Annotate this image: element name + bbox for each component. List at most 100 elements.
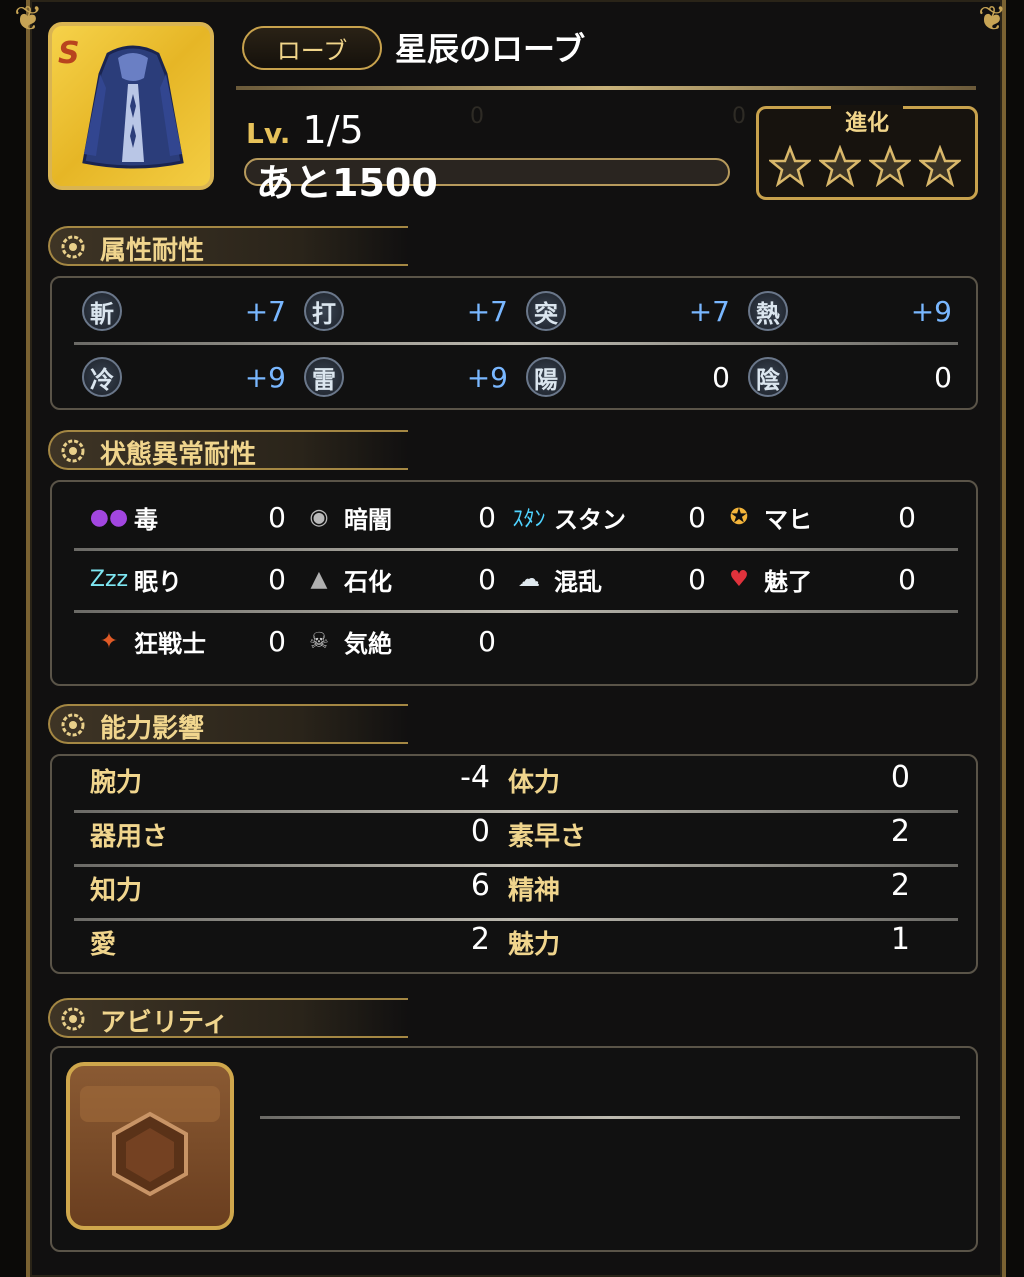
element-resist-cell: 陽0 — [526, 354, 730, 400]
star-empty-icon — [769, 145, 811, 187]
exp-remaining: あと1500 — [256, 161, 438, 205]
light-icon: 陽 — [526, 357, 566, 397]
divider — [74, 810, 958, 813]
status-label: 混乱 — [554, 567, 602, 596]
status-label: 狂戦士 — [134, 629, 206, 658]
level-prefix: Lv. — [246, 117, 291, 150]
status-resist-cell: ●● 毒 0 — [88, 494, 286, 540]
element-resist-value: 0 — [712, 360, 730, 394]
stat-label: 体力 — [508, 768, 561, 798]
status-resist-value: 0 — [898, 500, 916, 534]
status-resist-cell: ✪ マヒ 0 — [718, 494, 916, 540]
status-label: 暗闇 — [344, 505, 392, 534]
stat-value: 2 — [470, 922, 490, 957]
heat-icon: 熱 — [748, 291, 788, 331]
element-resist-cell: 突 +7 — [526, 288, 730, 334]
element-resist-value: +7 — [244, 294, 286, 328]
element-resist-cell: 打 +7 — [304, 288, 508, 334]
status-resist-value: 0 — [478, 500, 496, 534]
stat-value: 0 — [890, 760, 910, 795]
stat-value: 2 — [890, 868, 910, 903]
star-empty-icon — [869, 145, 911, 187]
status-resist-cell: ☁ 混乱 0 — [508, 556, 706, 602]
element-resist-value: +7 — [688, 294, 730, 328]
stat-label: 精神 — [508, 876, 561, 906]
element-resist-cell: 雷 +9 — [304, 354, 508, 400]
status-label: 気絶 — [344, 629, 392, 658]
stat-label: 愛 — [90, 930, 117, 960]
status-resist-cell: Zzz 眠り 0 — [88, 556, 286, 602]
item-name: 星辰のローブ — [395, 30, 586, 68]
status-label: 毒 — [134, 505, 158, 534]
item-icon: S — [48, 22, 214, 190]
divider — [236, 86, 976, 90]
gear-icon — [61, 713, 85, 737]
level-display: Lv. 1/5 — [246, 108, 364, 152]
stat-value: -4 — [460, 760, 490, 795]
section-header-ability: 能力影響 — [48, 704, 408, 744]
divider — [74, 610, 958, 613]
section-title: 能力影響 — [100, 714, 205, 744]
status-label: 石化 — [344, 567, 392, 596]
element-resist-value: +9 — [466, 360, 508, 394]
stat-value: 0 — [470, 814, 490, 849]
stats-panel: 腕力 -4 体力 0 器用さ 0 素早さ 2 知力 6 精神 2 愛 2 魅力 1 — [50, 754, 978, 974]
evolution-box: 進化 — [756, 105, 978, 200]
berserk-icon: ✦ — [99, 628, 119, 654]
status-resist-cell: ｽﾀﾝ スタン 0 — [508, 494, 706, 540]
stat-label: 腕力 — [90, 768, 143, 798]
element-resist-cell: 陰0 — [748, 354, 952, 400]
element-resist-value: +9 — [244, 360, 286, 394]
stun-icon: ｽﾀﾝ — [512, 507, 546, 532]
section-header-status: 状態異常耐性 — [48, 430, 408, 470]
element-resist-cell: 熱 +9 — [748, 288, 952, 334]
gear-icon — [61, 439, 85, 463]
stat-label: 素早さ — [508, 822, 587, 852]
item-type-badge: ローブ — [242, 26, 382, 70]
status-resist-cell: ◉ 暗闇 0 — [298, 494, 496, 540]
empty-gem-icon — [80, 1086, 220, 1197]
ornament-corner-icon: ❦ — [978, 0, 1007, 39]
status-resist-value: 0 — [688, 562, 706, 596]
blind-eye-icon: ◉ — [309, 504, 329, 530]
status-resist-value: 0 — [268, 624, 286, 658]
faint-skull-icon: ☠ — [309, 628, 329, 654]
status-resist-cell: ✦ 狂戦士 0 — [88, 618, 286, 664]
status-label: スタン — [554, 505, 626, 534]
evolution-stars — [769, 145, 961, 187]
stat-label: 知力 — [90, 876, 143, 906]
gear-icon — [61, 1007, 85, 1031]
stat-value: 2 — [890, 814, 910, 849]
status-panel: ●● 毒 0 ◉ 暗闇 0 ｽﾀﾝ スタン 0 ✪ マヒ 0 Zzz 眠り 0 ▲ 石化 0 ☁ 混乱 0 ♥ 魅了 0 ✦ 狂戦… — [50, 480, 978, 686]
stat-value: 1 — [890, 922, 910, 957]
stat-label: 魅力 — [508, 930, 561, 960]
petrify-rock-icon: ▲ — [310, 566, 328, 592]
section-title: アビリティ — [100, 1008, 229, 1038]
stat-label: 器用さ — [90, 822, 169, 852]
status-resist-value: 0 — [688, 500, 706, 534]
ornament-corner-icon: ❦ — [14, 0, 43, 39]
slash-icon: 斬 — [82, 291, 122, 331]
thunder-icon: 雷 — [304, 357, 344, 397]
blunt-icon: 打 — [304, 291, 344, 331]
status-resist-cell: ▲ 石化 0 — [298, 556, 496, 602]
status-resist-value: 0 — [478, 624, 496, 658]
ability-slot[interactable] — [66, 1062, 234, 1230]
divider — [74, 864, 958, 867]
divider — [260, 1116, 960, 1119]
status-resist-value: 0 — [478, 562, 496, 596]
element-resist-value: +7 — [466, 294, 508, 328]
star-empty-icon — [819, 145, 861, 187]
evolution-label: 進化 — [831, 105, 903, 136]
level-value: 1/5 — [302, 108, 364, 152]
blue-robe-icon — [82, 45, 184, 169]
element-resist-value: +9 — [910, 294, 952, 328]
element-panel: 斬 +7 打 +7 突 +7 熱 +9 冷 +9 雷 +9 陽 0 陰 0 — [50, 276, 978, 410]
section-title: 状態異常耐性 — [100, 440, 257, 470]
charm-heart-icon: ♥ — [729, 566, 749, 592]
ghost-text: 0 — [732, 104, 746, 129]
stat-value: 6 — [470, 868, 490, 903]
confusion-icon: ☁ — [518, 566, 540, 592]
star-empty-icon — [919, 145, 961, 187]
status-resist-value: 0 — [268, 500, 286, 534]
